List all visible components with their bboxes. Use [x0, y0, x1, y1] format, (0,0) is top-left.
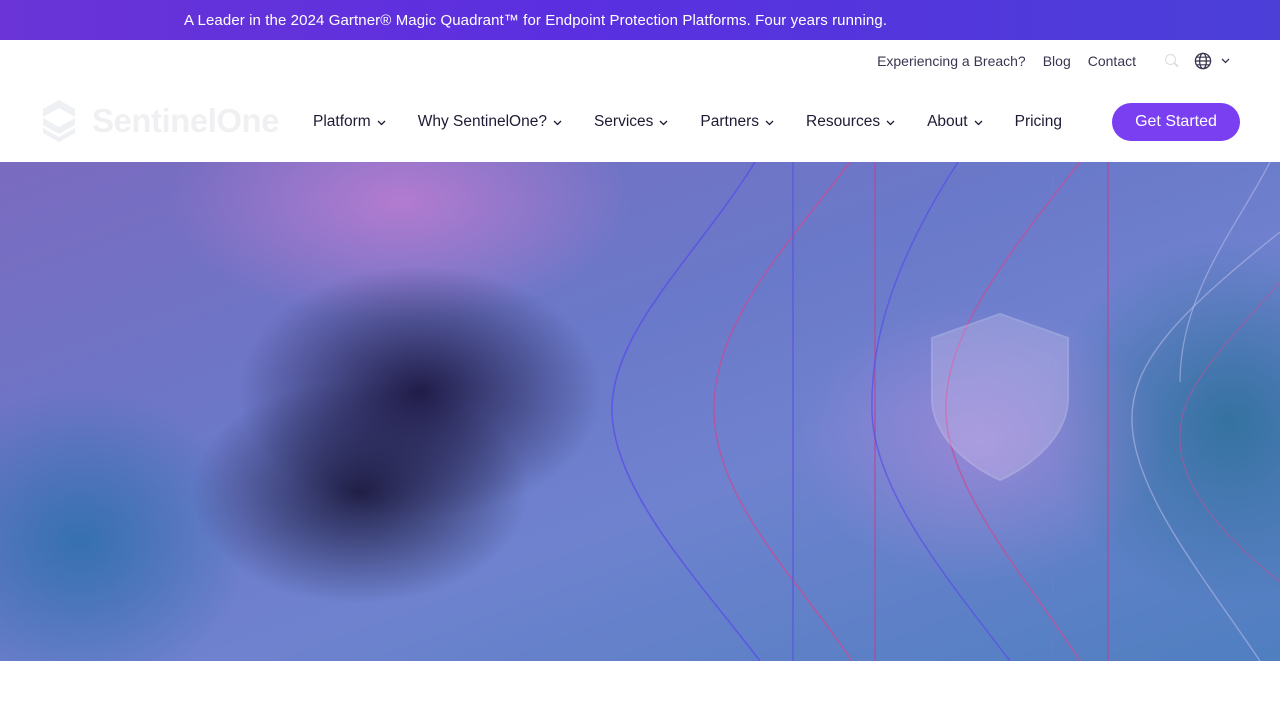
nav-item-label: Resources — [806, 113, 881, 130]
chevron-down-icon — [1221, 58, 1230, 64]
get-started-button[interactable]: Get Started — [1112, 103, 1240, 141]
shield-icon — [931, 312, 1069, 482]
chevron-down-icon — [886, 120, 895, 126]
nav-item-about[interactable]: About — [927, 113, 983, 131]
nav-item-label: About — [927, 113, 968, 130]
sentinelone-logo-icon — [43, 100, 75, 142]
nav-item-partners[interactable]: Partners — [700, 113, 774, 131]
hero-wave-lines — [611, 162, 1280, 661]
page-content-area — [0, 661, 1280, 720]
blog-link[interactable]: Blog — [1043, 53, 1071, 69]
nav-item-services[interactable]: Services — [594, 113, 668, 131]
nav-item-label: Pricing — [1014, 113, 1062, 130]
nav-item-pricing[interactable]: Pricing — [1015, 113, 1062, 131]
announcement-bar: A Leader in the 2024 Gartner® Magic Quad… — [0, 0, 1280, 40]
brand-name: SentinelOne — [92, 102, 280, 139]
announcement-link[interactable]: A Leader in the 2024 Gartner® Magic Quad… — [184, 12, 887, 29]
chevron-down-icon — [974, 120, 983, 126]
nav-item-label: Services — [593, 113, 654, 130]
chevron-down-icon — [765, 120, 774, 126]
chevron-down-icon — [659, 120, 668, 126]
utility-nav: Experiencing a Breach? Blog Contact — [0, 40, 1280, 82]
nav-item-label: Why SentinelOne? — [417, 113, 547, 130]
nav-item-why-sentinelone[interactable]: Why SentinelOne? — [418, 113, 562, 131]
primary-menu: Platform Why SentinelOne? Services Partn… — [313, 82, 1062, 162]
main-nav: SentinelOne Platform Why SentinelOne? Se… — [0, 82, 1280, 162]
contact-link[interactable]: Contact — [1088, 53, 1136, 69]
globe-icon — [1194, 52, 1212, 70]
search-icon[interactable] — [1164, 53, 1180, 69]
breach-link[interactable]: Experiencing a Breach? — [877, 53, 1026, 69]
nav-item-resources[interactable]: Resources — [806, 113, 895, 131]
chevron-down-icon — [553, 120, 562, 126]
nav-item-label: Partners — [700, 113, 759, 130]
brand-logo[interactable]: SentinelOne — [40, 98, 280, 144]
language-selector[interactable] — [1194, 52, 1230, 70]
chevron-down-icon — [377, 120, 386, 126]
nav-item-platform[interactable]: Platform — [313, 113, 386, 131]
hero-banner — [0, 162, 1280, 661]
nav-item-label: Platform — [313, 113, 371, 130]
